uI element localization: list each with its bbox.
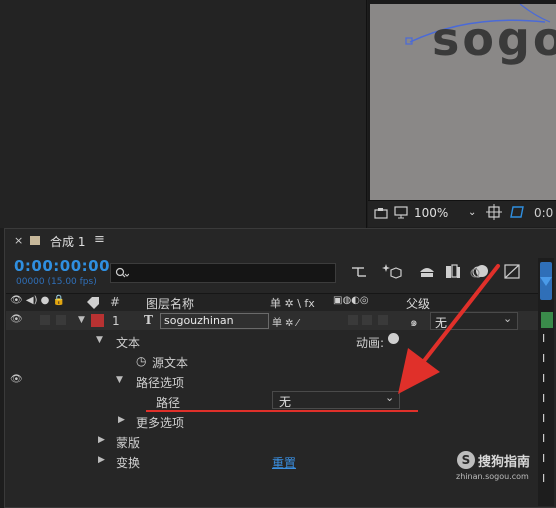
composition-icon [30, 236, 40, 245]
layer-search-input[interactable] [110, 263, 336, 283]
property-path-options-label: 路径选项 [136, 376, 185, 390]
number-column-header: # [110, 295, 121, 309]
eye-visibility-icon[interactable]: 👁 [10, 374, 23, 385]
keyframe-marker[interactable]: I [542, 352, 545, 365]
switch-box-3[interactable] [378, 315, 388, 325]
viewer-time-display[interactable]: 0:0 [534, 204, 553, 222]
solo-toggle[interactable] [56, 315, 66, 325]
property-path-label: 路径 [156, 396, 181, 410]
project-panel-empty [0, 0, 367, 228]
property-transform-label: 变换 [116, 456, 141, 470]
keyframe-marker[interactable]: I [542, 452, 545, 465]
av-features-icons: 👁 ◀) ● 🔒 [10, 295, 65, 306]
layer-name-field[interactable]: sogouzhinan [160, 313, 269, 329]
canvas-text-sogo: sogo [432, 12, 556, 66]
path-select[interactable]: 无 ⌄ [272, 391, 400, 409]
layer-expand-icon[interactable]: ▼ [78, 315, 85, 325]
label-tag-icon [87, 297, 99, 309]
frame-rate-readout: 00000 (15.00 fps) [16, 277, 97, 287]
keyframe-marker[interactable]: I [542, 392, 545, 405]
property-source-text-label: 源文本 [152, 356, 189, 370]
property-text-label: 文本 [116, 336, 141, 350]
sogou-logo-icon: S [457, 451, 475, 469]
expand-path-options-icon[interactable]: ▼ [116, 375, 123, 385]
expand-transform-icon[interactable]: ▶ [98, 455, 105, 465]
property-row-mask[interactable]: ▶ 蒙版 [6, 431, 538, 451]
grid-guide-icon[interactable] [486, 204, 502, 220]
switch-box-2[interactable] [362, 315, 372, 325]
watermark-brand: 搜狗指南 [478, 455, 531, 470]
property-row-more-options[interactable]: ▶ 更多选项 [6, 411, 538, 431]
watermark-url: zhinan.sogou.com [456, 472, 529, 481]
current-time-display[interactable]: 0:00:00:00 [14, 257, 110, 275]
property-mask-label: 蒙版 [116, 436, 141, 450]
display-monitor-icon[interactable] [394, 206, 408, 219]
magnification-select[interactable]: 100% ⌄ [414, 204, 482, 222]
animate-menu-label[interactable]: 动画: [356, 334, 384, 351]
layer-switches-icons[interactable]: 单 ✲ ⁄ [272, 314, 298, 329]
mask-visibility-icon[interactable] [508, 204, 526, 220]
search-icon [115, 267, 129, 278]
snapshot-icon[interactable] [374, 207, 388, 219]
playhead-icon[interactable] [539, 276, 553, 288]
switches-column-header: 单 ✲ \ fx [270, 297, 315, 310]
switch-box-1[interactable] [348, 315, 358, 325]
svg-text:S: S [462, 453, 471, 467]
keyframe-marker[interactable]: I [542, 412, 545, 425]
layer-duration-bar[interactable] [541, 312, 553, 328]
expand-more-options-icon[interactable]: ▶ [118, 415, 125, 425]
expand-mask-icon[interactable]: ▶ [98, 435, 105, 445]
panel-menu-icon[interactable]: ≡ [94, 232, 105, 247]
layer-index: 1 [112, 314, 120, 328]
chevron-down-icon: ⌄ [468, 207, 477, 218]
composition-tab-label[interactable]: 合成 1 [50, 233, 85, 250]
audio-toggle[interactable] [40, 315, 50, 325]
text-layer-type-icon: T [144, 313, 153, 327]
reset-link[interactable]: 重置 [272, 454, 296, 471]
expand-text-icon[interactable]: ▼ [96, 335, 103, 345]
switch-icons: ▣◍◐◎ [333, 295, 369, 306]
property-more-options-label: 更多选项 [136, 416, 185, 430]
close-tab-icon[interactable]: × [14, 234, 23, 247]
layer-label-color[interactable] [91, 314, 104, 327]
layer-name-column-header[interactable]: 图层名称 [146, 295, 194, 312]
keyframe-marker[interactable]: I [542, 432, 545, 445]
keyframe-marker[interactable]: I [542, 372, 545, 385]
keyframe-marker[interactable]: I [542, 472, 545, 485]
annotation-arrow [398, 264, 500, 394]
stopwatch-icon[interactable]: ◷ [136, 354, 146, 368]
eye-visibility-icon[interactable]: 👁 [10, 314, 23, 325]
keyframe-marker[interactable]: I [542, 332, 545, 345]
comp-flowchart-icon[interactable] [350, 264, 368, 280]
zoom-value: 100% [414, 206, 449, 220]
path-select-value: 无 [279, 395, 292, 409]
